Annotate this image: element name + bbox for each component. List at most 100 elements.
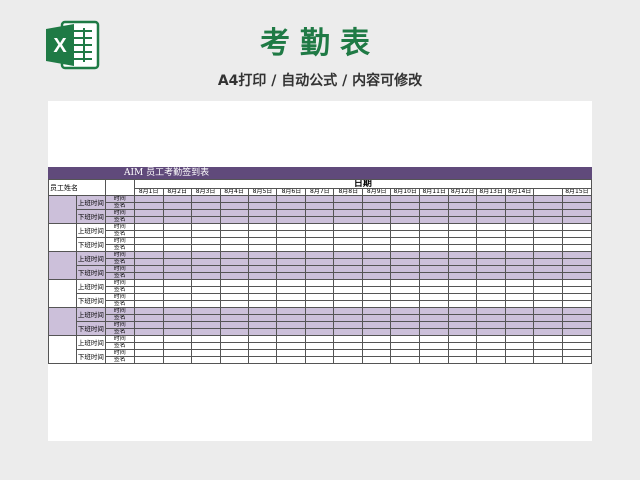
- attendance-cell[interactable]: [133, 279, 164, 287]
- attendance-cell[interactable]: [476, 293, 507, 301]
- attendance-cell[interactable]: [362, 272, 392, 280]
- attendance-cell[interactable]: [419, 307, 450, 315]
- attendance-cell[interactable]: [219, 258, 249, 266]
- attendance-cell[interactable]: [419, 286, 450, 294]
- attendance-cell[interactable]: [533, 349, 563, 357]
- attendance-cell[interactable]: [448, 300, 478, 308]
- attendance-cell[interactable]: [476, 244, 507, 252]
- attendance-cell[interactable]: [219, 202, 249, 210]
- attendance-cell[interactable]: [162, 237, 192, 245]
- attendance-cell[interactable]: [305, 286, 335, 294]
- attendance-cell[interactable]: [247, 216, 278, 224]
- attendance-cell[interactable]: [162, 321, 192, 329]
- attendance-cell[interactable]: [448, 202, 478, 210]
- attendance-cell[interactable]: [390, 307, 421, 315]
- attendance-cell[interactable]: [219, 244, 249, 252]
- attendance-cell[interactable]: [333, 265, 364, 273]
- attendance-cell[interactable]: [561, 349, 593, 357]
- attendance-cell[interactable]: [476, 230, 507, 238]
- attendance-cell[interactable]: [247, 244, 278, 252]
- attendance-cell[interactable]: [561, 293, 593, 301]
- attendance-cell[interactable]: [419, 293, 450, 301]
- attendance-cell[interactable]: [390, 279, 421, 287]
- attendance-cell[interactable]: [305, 356, 335, 364]
- employee-name-cell[interactable]: [48, 279, 77, 308]
- attendance-cell[interactable]: [162, 307, 192, 315]
- attendance-cell[interactable]: [247, 230, 278, 238]
- attendance-cell[interactable]: [448, 258, 478, 266]
- attendance-cell[interactable]: [333, 293, 364, 301]
- attendance-cell[interactable]: [333, 237, 364, 245]
- attendance-cell[interactable]: [390, 265, 421, 273]
- attendance-cell[interactable]: [390, 216, 421, 224]
- attendance-cell[interactable]: [533, 293, 563, 301]
- attendance-cell[interactable]: [390, 209, 421, 217]
- attendance-cell[interactable]: [505, 321, 535, 329]
- attendance-cell[interactable]: [333, 258, 364, 266]
- attendance-cell[interactable]: [419, 251, 450, 259]
- attendance-cell[interactable]: [333, 195, 364, 203]
- attendance-cell[interactable]: [305, 202, 335, 210]
- attendance-cell[interactable]: [305, 279, 335, 287]
- attendance-cell[interactable]: [276, 286, 307, 294]
- attendance-cell[interactable]: [390, 272, 421, 280]
- attendance-cell[interactable]: [561, 230, 593, 238]
- attendance-cell[interactable]: [419, 328, 450, 336]
- attendance-cell[interactable]: [305, 209, 335, 217]
- attendance-cell[interactable]: [362, 349, 392, 357]
- attendance-cell[interactable]: [390, 349, 421, 357]
- attendance-cell[interactable]: [390, 293, 421, 301]
- attendance-cell[interactable]: [333, 230, 364, 238]
- attendance-cell[interactable]: [505, 307, 535, 315]
- attendance-cell[interactable]: [561, 258, 593, 266]
- attendance-cell[interactable]: [390, 258, 421, 266]
- attendance-cell[interactable]: [505, 279, 535, 287]
- attendance-cell[interactable]: [390, 223, 421, 231]
- attendance-cell[interactable]: [561, 195, 593, 203]
- attendance-cell[interactable]: [419, 356, 450, 364]
- attendance-cell[interactable]: [533, 300, 563, 308]
- attendance-cell[interactable]: [448, 335, 478, 343]
- attendance-cell[interactable]: [247, 223, 278, 231]
- attendance-cell[interactable]: [505, 314, 535, 322]
- attendance-cell[interactable]: [333, 286, 364, 294]
- attendance-cell[interactable]: [561, 307, 593, 315]
- attendance-cell[interactable]: [561, 342, 593, 350]
- attendance-cell[interactable]: [219, 328, 249, 336]
- attendance-cell[interactable]: [276, 335, 307, 343]
- attendance-cell[interactable]: [419, 202, 450, 210]
- attendance-cell[interactable]: [505, 356, 535, 364]
- attendance-cell[interactable]: [190, 258, 221, 266]
- attendance-cell[interactable]: [162, 209, 192, 217]
- attendance-cell[interactable]: [247, 279, 278, 287]
- attendance-cell[interactable]: [162, 216, 192, 224]
- attendance-cell[interactable]: [162, 293, 192, 301]
- attendance-cell[interactable]: [505, 335, 535, 343]
- attendance-cell[interactable]: [305, 342, 335, 350]
- attendance-cell[interactable]: [419, 335, 450, 343]
- attendance-cell[interactable]: [219, 209, 249, 217]
- attendance-cell[interactable]: [448, 265, 478, 273]
- attendance-cell[interactable]: [219, 342, 249, 350]
- attendance-cell[interactable]: [362, 202, 392, 210]
- attendance-cell[interactable]: [476, 321, 507, 329]
- attendance-cell[interactable]: [276, 202, 307, 210]
- attendance-cell[interactable]: [476, 328, 507, 336]
- attendance-cell[interactable]: [305, 230, 335, 238]
- attendance-cell[interactable]: [476, 342, 507, 350]
- attendance-cell[interactable]: [305, 314, 335, 322]
- attendance-cell[interactable]: [276, 209, 307, 217]
- attendance-cell[interactable]: [162, 195, 192, 203]
- attendance-cell[interactable]: [448, 293, 478, 301]
- attendance-cell[interactable]: [305, 258, 335, 266]
- attendance-cell[interactable]: [247, 258, 278, 266]
- attendance-cell[interactable]: [162, 244, 192, 252]
- attendance-cell[interactable]: [448, 286, 478, 294]
- attendance-cell[interactable]: [362, 279, 392, 287]
- attendance-cell[interactable]: [419, 314, 450, 322]
- attendance-cell[interactable]: [276, 307, 307, 315]
- attendance-cell[interactable]: [448, 328, 478, 336]
- attendance-cell[interactable]: [276, 314, 307, 322]
- attendance-cell[interactable]: [133, 321, 164, 329]
- attendance-cell[interactable]: [247, 251, 278, 259]
